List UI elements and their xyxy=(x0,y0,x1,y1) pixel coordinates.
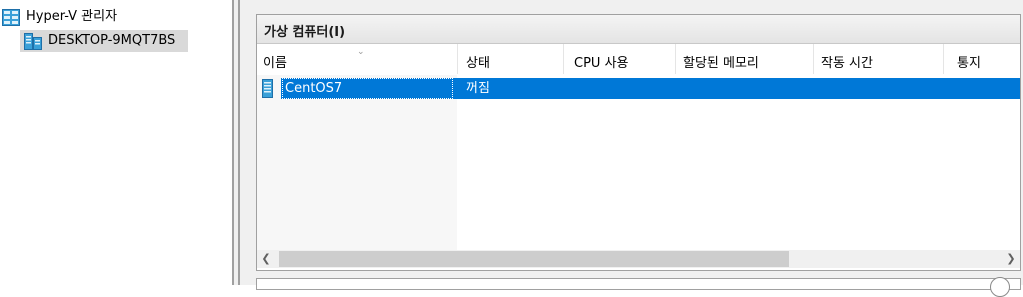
virtual-machine-icon xyxy=(262,79,273,98)
column-header-row: ⌄ 이름 상태 CPU 사용 할당된 메모리 작동 시간 통지 xyxy=(257,44,1020,74)
column-header-notification[interactable]: 통지 xyxy=(957,52,981,71)
server-icon xyxy=(24,33,42,50)
next-panel-edge xyxy=(256,278,1021,290)
scroll-right-icon[interactable]: ❯ xyxy=(1002,250,1020,268)
column-separator[interactable] xyxy=(813,44,814,74)
tree-server-label: DESKTOP-9MQT7BS xyxy=(48,33,176,48)
column-separator[interactable] xyxy=(563,44,564,74)
panel-header: 가상 컴퓨터(I) xyxy=(257,15,1020,44)
vm-state-cell: 꺼짐 xyxy=(466,81,490,96)
scroll-left-icon[interactable]: ❮ xyxy=(257,250,275,268)
vm-row[interactable]: CentOS7 꺼짐 xyxy=(257,78,1020,99)
scrollbar-thumb[interactable] xyxy=(279,251,789,267)
column-separator[interactable] xyxy=(943,44,944,74)
collapse-button-icon[interactable] xyxy=(990,277,1010,297)
navigation-tree: Hyper-V 관리자 DESKTOP-9MQT7BS xyxy=(0,0,232,285)
tree-root-label: Hyper-V 관리자 xyxy=(26,9,118,24)
hyper-v-manager-icon xyxy=(2,9,20,26)
horizontal-scrollbar[interactable]: ❮ ❯ xyxy=(257,250,1020,268)
vm-name-cell[interactable]: CentOS7 xyxy=(282,78,453,99)
virtual-machines-panel: 가상 컴퓨터(I) ⌄ 이름 상태 CPU 사용 할당된 메모리 작동 시간 통… xyxy=(256,14,1021,271)
column-separator[interactable] xyxy=(457,44,458,74)
column-header-name[interactable]: 이름 xyxy=(263,52,287,71)
panel-title: 가상 컴퓨터(I) xyxy=(264,25,346,40)
content-pane: 가상 컴퓨터(I) ⌄ 이름 상태 CPU 사용 할당된 메모리 작동 시간 통… xyxy=(240,0,1023,290)
column-header-memory[interactable]: 할당된 메모리 xyxy=(683,52,759,71)
column-header-cpu[interactable]: CPU 사용 xyxy=(574,52,628,71)
column-header-state[interactable]: 상태 xyxy=(466,52,490,71)
column-separator[interactable] xyxy=(675,44,676,74)
column-header-uptime[interactable]: 작동 시간 xyxy=(821,52,873,71)
tree-item-server[interactable]: DESKTOP-9MQT7BS xyxy=(20,30,188,52)
name-column-background xyxy=(257,75,457,250)
sort-indicator-icon: ⌄ xyxy=(357,47,365,57)
